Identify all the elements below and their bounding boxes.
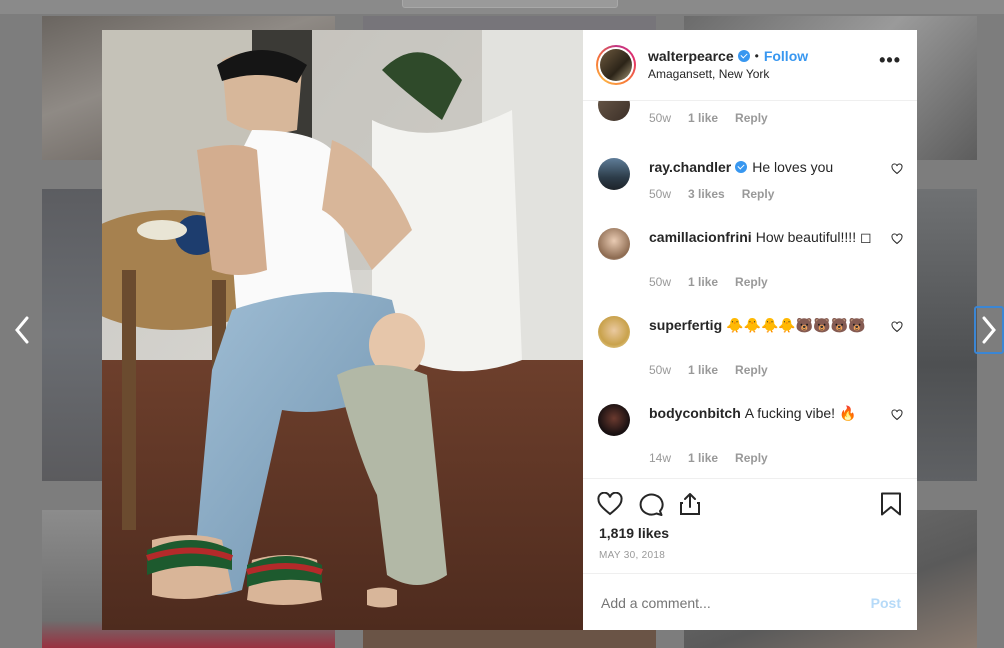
comment-avatar[interactable]	[598, 100, 630, 121]
reply-button[interactable]: Reply	[742, 187, 775, 201]
comment-avatar[interactable]	[598, 315, 630, 348]
post-modal: walterpearce • Follow Amagansett, New Yo…	[102, 30, 917, 630]
bookmark-icon[interactable]	[880, 492, 902, 516]
comment-meta: 50w 3 likes Reply	[649, 187, 791, 201]
comment-body: He loves you	[752, 158, 834, 175]
comment-text: camillacionfrini How beautiful!!!! ◻	[649, 228, 881, 246]
add-comment-bar: Post	[583, 573, 917, 630]
comment-likes[interactable]: 1 like	[688, 111, 718, 125]
comment-meta: 50w 1 like Reply	[649, 363, 785, 377]
post-actions: 1,819 likes MAY 30, 2018	[583, 478, 917, 573]
comment-text: superfertig 🐥🐥🐥🐥🐻🐻🐻🐻	[649, 316, 881, 334]
comment-age: 50w	[649, 110, 672, 125]
comment-age: 50w	[649, 186, 672, 201]
post-username[interactable]: walterpearce	[648, 48, 734, 64]
comment-username[interactable]: ray.chandler	[649, 159, 731, 175]
heart-icon[interactable]	[891, 163, 903, 175]
heart-icon[interactable]	[891, 409, 903, 421]
comment-username[interactable]: superfertig	[649, 317, 722, 333]
story-ring[interactable]	[596, 44, 636, 85]
reply-button[interactable]: Reply	[735, 275, 768, 289]
background-tile	[363, 16, 656, 30]
verified-badge-icon	[735, 160, 748, 173]
comment-likes[interactable]: 1 like	[688, 451, 718, 465]
comment-avatar[interactable]	[598, 157, 630, 190]
comment-input[interactable]	[599, 594, 843, 613]
comment-meta: 50w 1 like Reply	[649, 111, 785, 125]
follow-button[interactable]: Follow	[764, 48, 808, 64]
post-details-panel: walterpearce • Follow Amagansett, New Yo…	[583, 30, 917, 630]
post-photo[interactable]	[102, 30, 583, 630]
previous-post-button[interactable]	[8, 312, 36, 348]
likes-count[interactable]: 1,819 likes	[599, 525, 669, 541]
comment-body: A fucking vibe! 🔥	[744, 404, 857, 421]
comment-likes[interactable]: 1 like	[688, 275, 718, 289]
reply-button[interactable]: Reply	[735, 111, 768, 125]
comment-likes[interactable]: 1 like	[688, 363, 718, 377]
reply-button[interactable]: Reply	[735, 451, 768, 465]
share-icon[interactable]	[679, 492, 701, 516]
comment-likes[interactable]: 3 likes	[688, 187, 725, 201]
comment-text: ray.chandler He loves you	[649, 158, 881, 176]
heart-icon[interactable]	[891, 321, 903, 333]
more-options-icon[interactable]: •••	[879, 51, 901, 69]
comments-list[interactable]: 50w 1 like Reply ray.chandler He loves yo…	[583, 100, 917, 478]
comment-username[interactable]: bodyconbitch	[649, 405, 741, 421]
comment-body: 🐥🐥🐥🐥🐻🐻🐻🐻	[726, 316, 866, 333]
comment-icon[interactable]	[638, 492, 664, 517]
background-search-bar	[402, 0, 618, 8]
post-header: walterpearce • Follow Amagansett, New Yo…	[583, 30, 917, 101]
post-image	[102, 30, 583, 630]
reply-button[interactable]: Reply	[735, 363, 768, 377]
post-location[interactable]: Amagansett, New York	[648, 67, 808, 81]
comment-age: 50w	[649, 362, 672, 377]
avatar	[600, 48, 632, 81]
verified-badge-icon	[737, 50, 750, 63]
next-post-button[interactable]	[974, 306, 1004, 354]
comment-age: 14w	[649, 450, 672, 465]
heart-icon[interactable]	[891, 233, 903, 245]
comment-avatar[interactable]	[598, 403, 630, 436]
comment-age: 50w	[649, 274, 672, 289]
comment-avatar[interactable]	[598, 227, 630, 260]
heart-icon[interactable]	[597, 492, 623, 516]
comment-body: How beautiful!!!! ◻	[755, 228, 872, 245]
post-comment-button[interactable]: Post	[871, 595, 901, 611]
background-tile	[363, 630, 656, 648]
comment-username[interactable]: camillacionfrini	[649, 229, 752, 245]
comment-meta: 50w 1 like Reply	[649, 275, 785, 289]
comment-meta: 14w 1 like Reply	[649, 451, 785, 465]
chevron-right-icon	[982, 316, 996, 344]
separator: •	[754, 49, 759, 64]
comment-text: bodyconbitch A fucking vibe! 🔥	[649, 404, 881, 422]
chevron-left-icon	[15, 316, 29, 344]
post-date[interactable]: MAY 30, 2018	[599, 550, 665, 561]
